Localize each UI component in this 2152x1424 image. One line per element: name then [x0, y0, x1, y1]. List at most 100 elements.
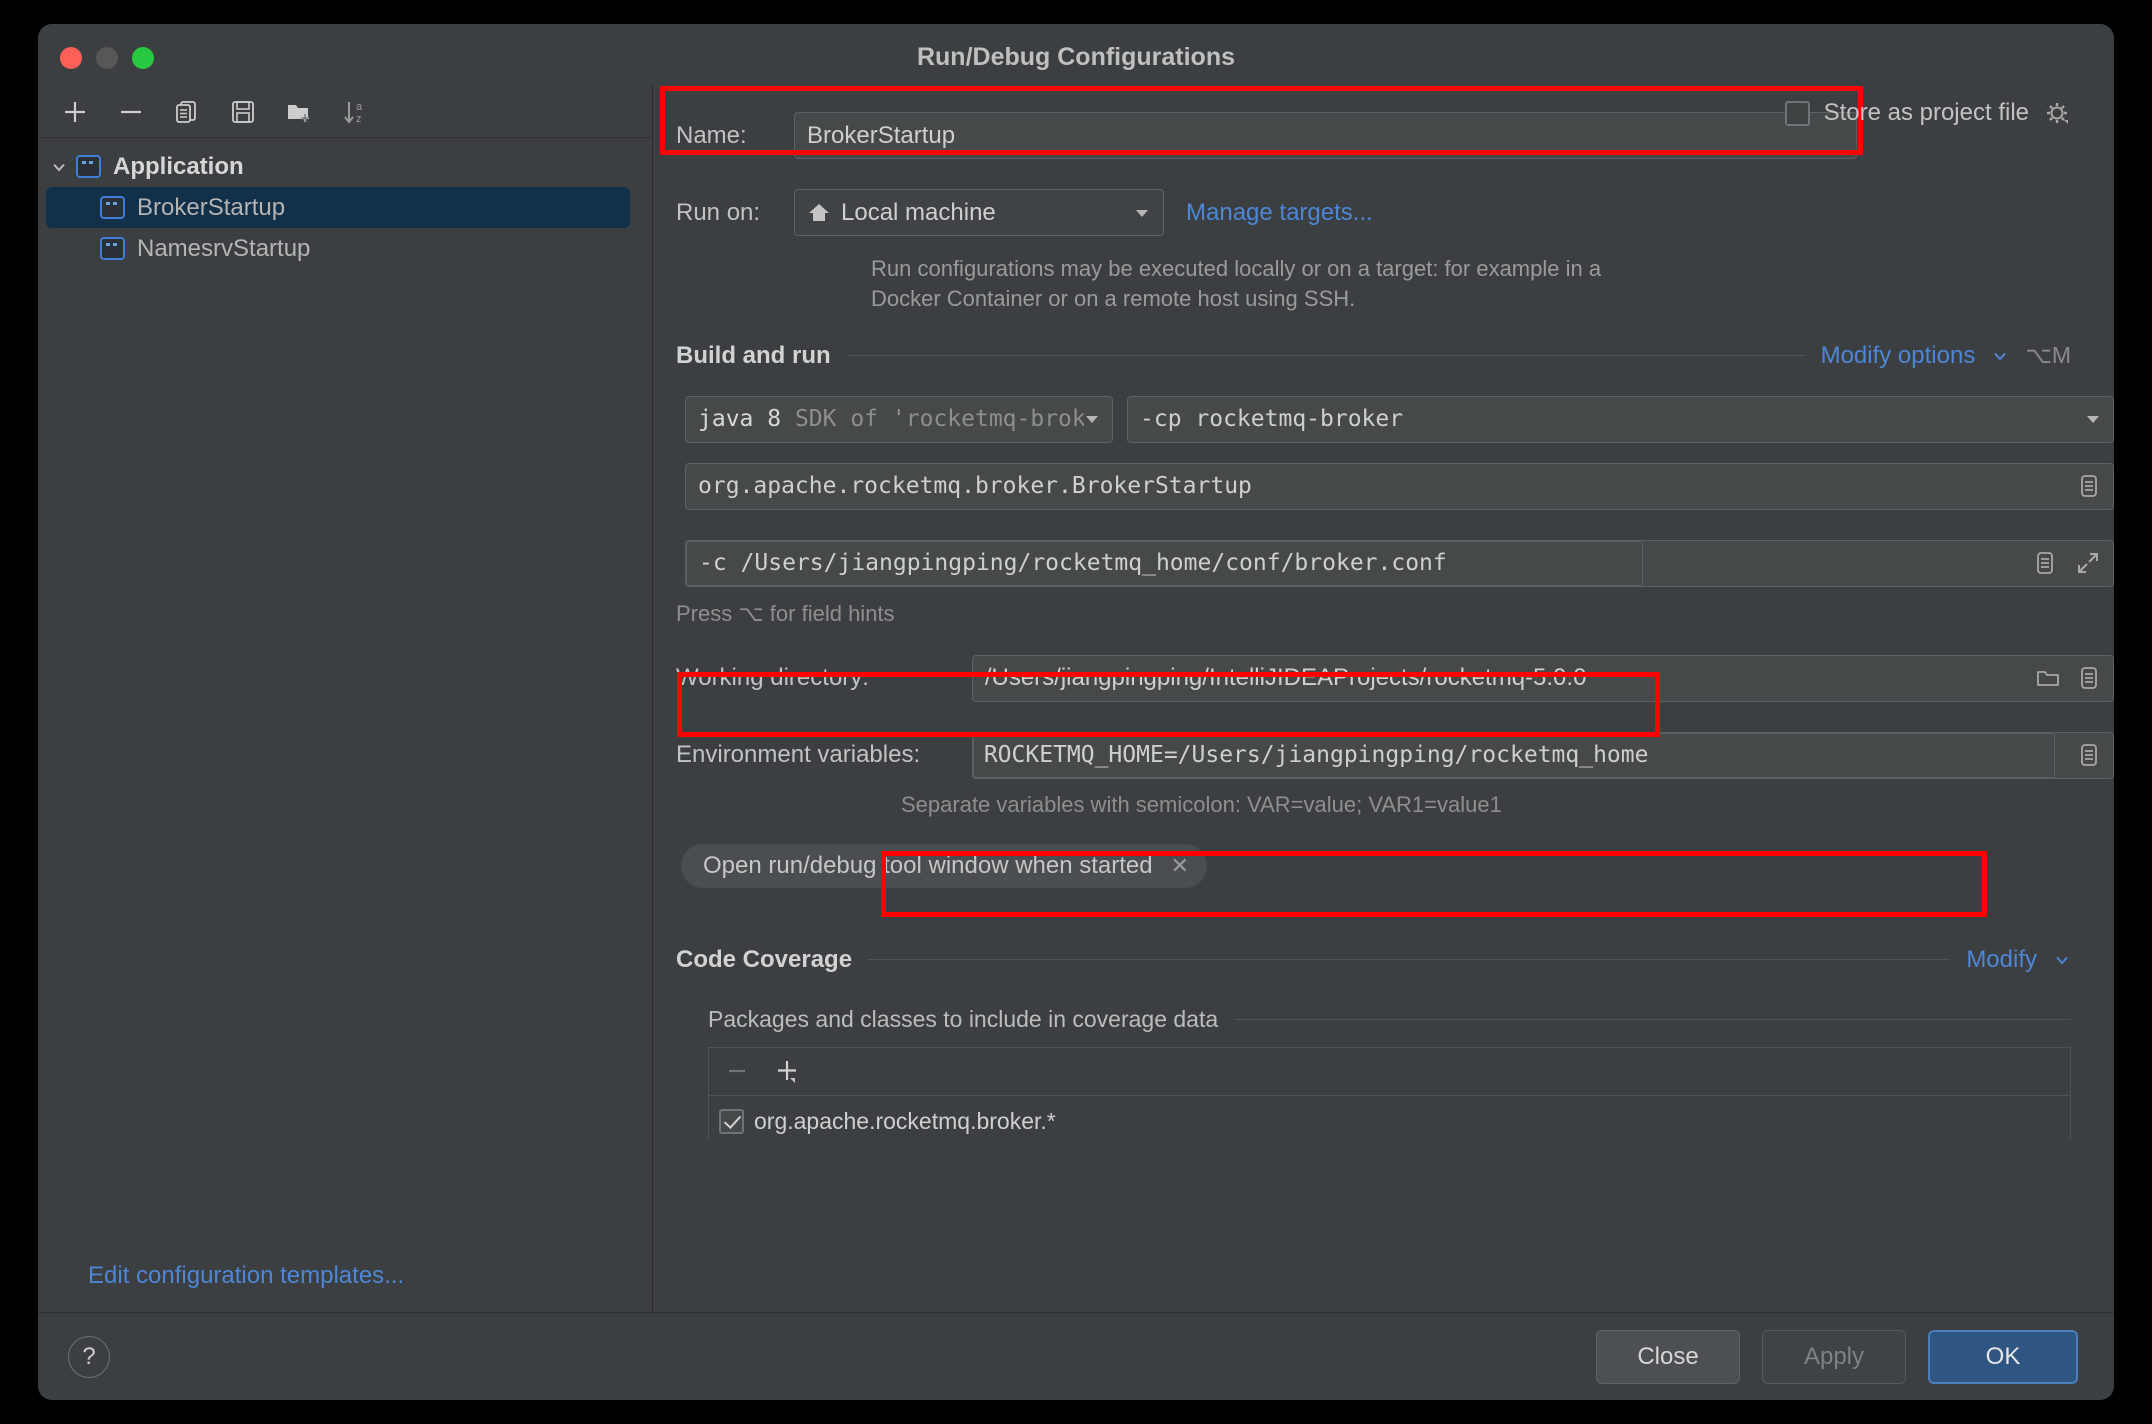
name-input[interactable]: BrokerStartup	[794, 112, 1857, 159]
expand-editor-icon[interactable]	[2077, 472, 2101, 500]
program-arguments-input[interactable]: -c /Users/jiangpingping/rocketmq_home/co…	[686, 540, 1643, 586]
working-directory-value: /Users/jiangpingping/IntelliJIDEAProject…	[984, 664, 1587, 692]
section-divider	[846, 355, 1805, 357]
modify-options-shortcut: ⌥M	[2025, 342, 2071, 369]
svg-text:z: z	[356, 113, 362, 125]
main-class-row: org.apache.rocketmq.broker.BrokerStartup	[685, 462, 2114, 510]
modify-options-link[interactable]: Modify options	[1821, 342, 1976, 370]
options-chip-row: Open run/debug tool window when started …	[681, 843, 2114, 888]
working-directory-row: Working directory: /Users/jiangpingping/…	[676, 654, 2114, 702]
sidebar-item-namesrvstartup[interactable]: NamesrvStartup	[38, 228, 652, 269]
environment-variables-row: Environment variables: ROCKETMQ_HOME=/Us…	[676, 731, 2114, 779]
open-tool-window-chip-label: Open run/debug tool window when started	[703, 851, 1153, 879]
coverage-packages-toolbar	[709, 1048, 2070, 1096]
coverage-package-label: org.apache.rocketmq.broker.*	[754, 1108, 1056, 1135]
dialog-title: Run/Debug Configurations	[916, 43, 1236, 71]
coverage-package-checkbox[interactable]	[719, 1109, 744, 1135]
save-configuration-button[interactable]	[222, 91, 264, 133]
build-and-run-section-header: Build and run Modify options ⌥M	[676, 342, 2071, 370]
field-hint-text: Press ⌥ for field hints	[676, 600, 895, 626]
code-coverage-title: Code Coverage	[676, 945, 853, 973]
copy-configuration-button[interactable]	[166, 91, 208, 133]
store-as-project-file-checkbox[interactable]	[1784, 100, 1810, 126]
main-class-value: org.apache.rocketmq.broker.BrokerStartup	[698, 473, 1252, 500]
store-as-project-file-row[interactable]: Store as project file	[1784, 99, 2071, 127]
add-configuration-button[interactable]	[54, 91, 96, 133]
sidebar-toolbar: a z	[38, 86, 652, 138]
working-directory-label: Working directory:	[676, 664, 869, 692]
dialog-bottom-bar: ? Close Apply OK	[38, 1312, 2114, 1400]
application-config-icon	[76, 155, 101, 178]
coverage-packages-title: Packages and classes to include in cover…	[708, 1005, 1219, 1032]
apply-button[interactable]: Apply	[1762, 1329, 1906, 1384]
code-coverage-modify-link[interactable]: Modify	[1966, 946, 2037, 974]
section-divider	[1234, 1018, 2071, 1020]
manage-targets-link[interactable]: Manage targets...	[1186, 199, 1373, 227]
chevron-down-icon[interactable]	[1991, 347, 2009, 365]
open-tool-window-chip[interactable]: Open run/debug tool window when started …	[681, 843, 1208, 888]
working-directory-input[interactable]: /Users/jiangpingping/IntelliJIDEAProject…	[971, 654, 2114, 702]
sort-az-button[interactable]: a z	[334, 91, 376, 133]
program-arguments-field-wrapper: -c /Users/jiangpingping/rocketmq_home/co…	[685, 539, 2114, 587]
run-on-description: Run configurations may be executed local…	[871, 256, 1602, 311]
environment-variables-label: Environment variables:	[676, 741, 921, 769]
run-on-dropdown[interactable]: Local machine	[794, 189, 1164, 236]
store-as-project-file-label: Store as project file	[1823, 99, 2029, 126]
environment-variables-input[interactable]: ROCKETMQ_HOME=/Users/jiangpingping/rocke…	[972, 732, 2055, 778]
sidebar-item-label: NamesrvStartup	[137, 234, 311, 262]
jdk-secondary: SDK of 'rocketmq-broker' mo	[794, 406, 1084, 433]
expand-fullscreen-icon[interactable]	[2075, 550, 2101, 576]
configuration-details-panel: Name: BrokerStartup Store as project fil…	[653, 86, 2114, 1312]
edit-configuration-templates-link[interactable]: Edit configuration templates...	[88, 1262, 404, 1290]
name-label: Name:	[676, 121, 747, 149]
folder-icon[interactable]	[2035, 665, 2061, 691]
remove-configuration-button[interactable]	[110, 91, 152, 133]
add-package-button[interactable]	[773, 1056, 803, 1086]
close-button[interactable]: Close	[1596, 1329, 1740, 1384]
run-on-value: Local machine	[841, 198, 996, 226]
configurations-sidebar: a z Application BrokerStartup NamesrvSta…	[38, 86, 653, 1312]
chevron-down-icon[interactable]	[1084, 411, 1100, 427]
configurations-tree: Application BrokerStartup NamesrvStartup	[38, 138, 652, 1312]
ok-button[interactable]: OK	[1928, 1329, 2078, 1384]
remove-package-button[interactable]	[723, 1057, 751, 1085]
tree-group-application[interactable]: Application	[38, 146, 652, 187]
run-on-row: Run on: Local machine Manage targets...	[676, 189, 2114, 236]
expand-editor-icon[interactable]	[2033, 549, 2057, 577]
build-run-combos-row: java 8 SDK of 'rocketmq-broker' mo -cp r…	[685, 395, 2114, 443]
close-icon[interactable]: ✕	[1171, 853, 1189, 879]
environment-variables-field-wrapper: ROCKETMQ_HOME=/Users/jiangpingping/rocke…	[971, 731, 2114, 779]
coverage-packages-list: org.apache.rocketmq.broker.*	[709, 1096, 2070, 1140]
chevron-down-icon[interactable]	[2053, 951, 2071, 969]
expand-editor-icon[interactable]	[2077, 664, 2101, 692]
list-item[interactable]: org.apache.rocketmq.broker.*	[719, 1104, 2070, 1140]
application-config-icon	[100, 237, 125, 260]
run-debug-configurations-dialog: Run/Debug Configurations a z Application…	[38, 24, 2114, 1400]
expand-editor-icon[interactable]	[2077, 741, 2101, 769]
application-config-icon	[100, 196, 125, 219]
dialog-button-group: Close Apply OK	[1596, 1329, 2078, 1384]
jdk-dropdown[interactable]: java 8 SDK of 'rocketmq-broker' mo	[685, 395, 1113, 443]
tree-group-label: Application	[113, 152, 244, 180]
coverage-packages-panel: org.apache.rocketmq.broker.*	[708, 1046, 2071, 1140]
chevron-down-icon[interactable]	[2085, 411, 2101, 427]
gear-icon[interactable]	[2043, 99, 2071, 127]
section-divider	[868, 959, 1951, 961]
sidebar-item-label: BrokerStartup	[137, 193, 286, 221]
chevron-down-icon[interactable]	[1133, 204, 1151, 222]
sidebar-item-brokerstartup[interactable]: BrokerStartup	[46, 187, 630, 228]
jdk-primary: java 8	[698, 406, 782, 433]
new-folder-button[interactable]	[278, 91, 320, 133]
svg-text:a: a	[356, 101, 363, 113]
coverage-packages-subheader: Packages and classes to include in cover…	[708, 1006, 2071, 1033]
classpath-dropdown[interactable]: -cp rocketmq-broker	[1127, 395, 2114, 443]
title-bar: Run/Debug Configurations	[38, 24, 2114, 86]
program-arguments-row: -c /Users/jiangpingping/rocketmq_home/co…	[685, 539, 2114, 587]
home-icon	[807, 201, 831, 225]
build-and-run-title: Build and run	[676, 341, 831, 369]
help-button[interactable]: ?	[68, 1335, 110, 1378]
dialog-body: a z Application BrokerStartup NamesrvSta…	[38, 86, 2114, 1312]
main-class-input[interactable]: org.apache.rocketmq.broker.BrokerStartup	[685, 462, 2114, 510]
environment-variables-hint: Separate variables with semicolon: VAR=v…	[901, 791, 1502, 817]
chevron-down-icon[interactable]	[46, 154, 72, 180]
